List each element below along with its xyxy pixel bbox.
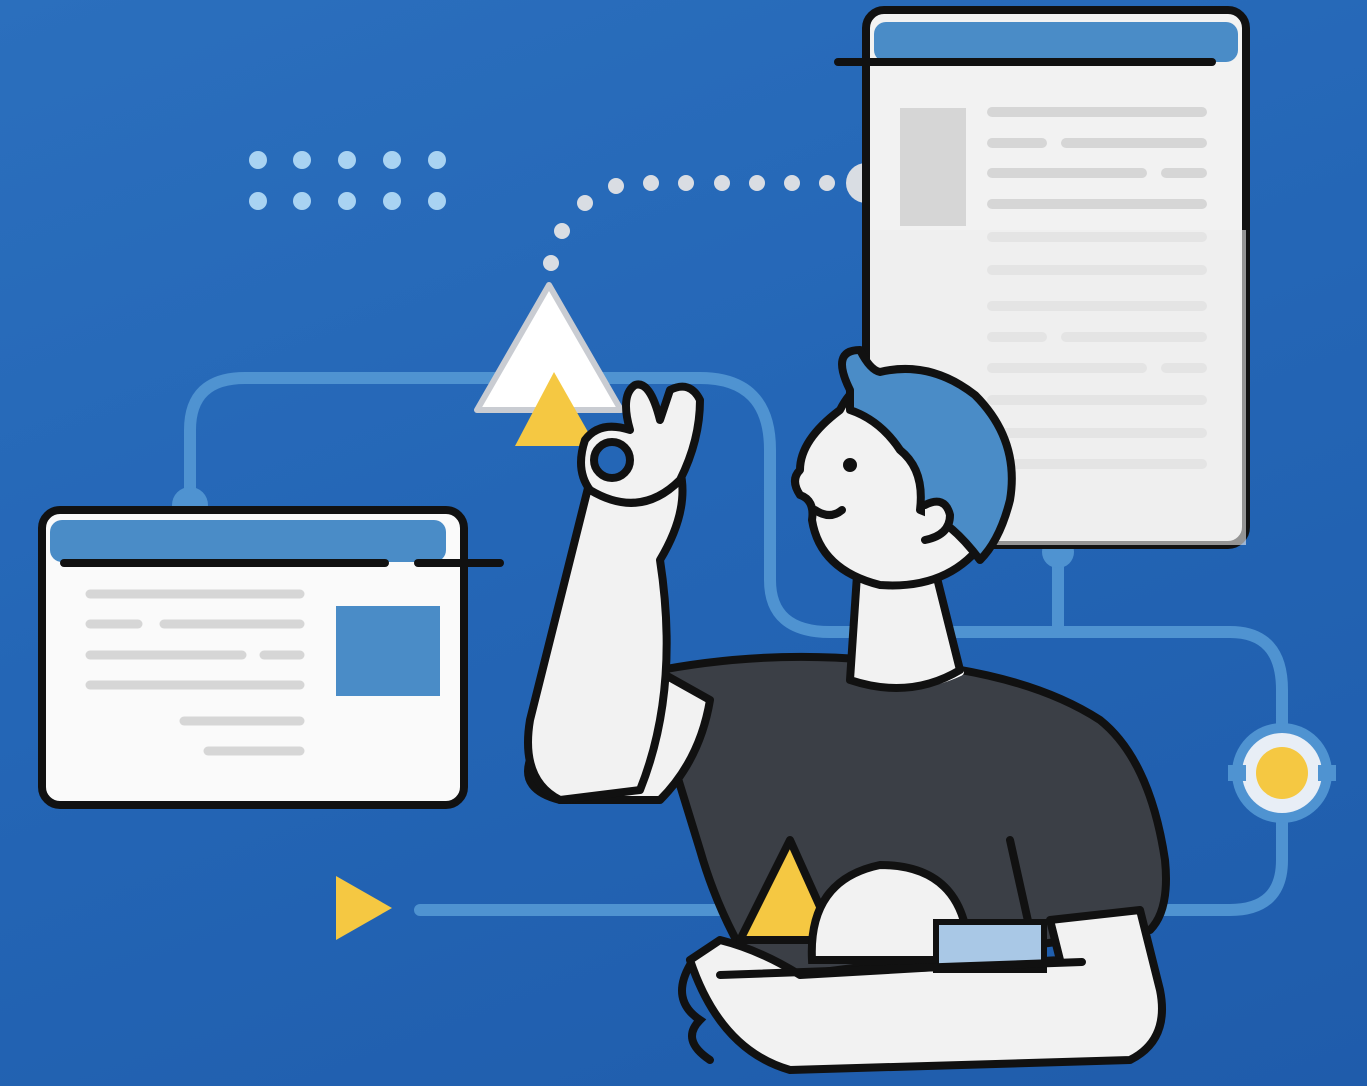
- browser-window-icon: [38, 506, 504, 809]
- triangle-icon: [474, 282, 624, 446]
- dotted-path: [543, 163, 886, 271]
- play-icon: [336, 876, 392, 940]
- circle-node-icon: [1228, 723, 1336, 823]
- illustration-canvas: [0, 0, 1367, 1086]
- dots-grid-icon: [249, 151, 446, 210]
- workflow-illustration: [38, 6, 1336, 1074]
